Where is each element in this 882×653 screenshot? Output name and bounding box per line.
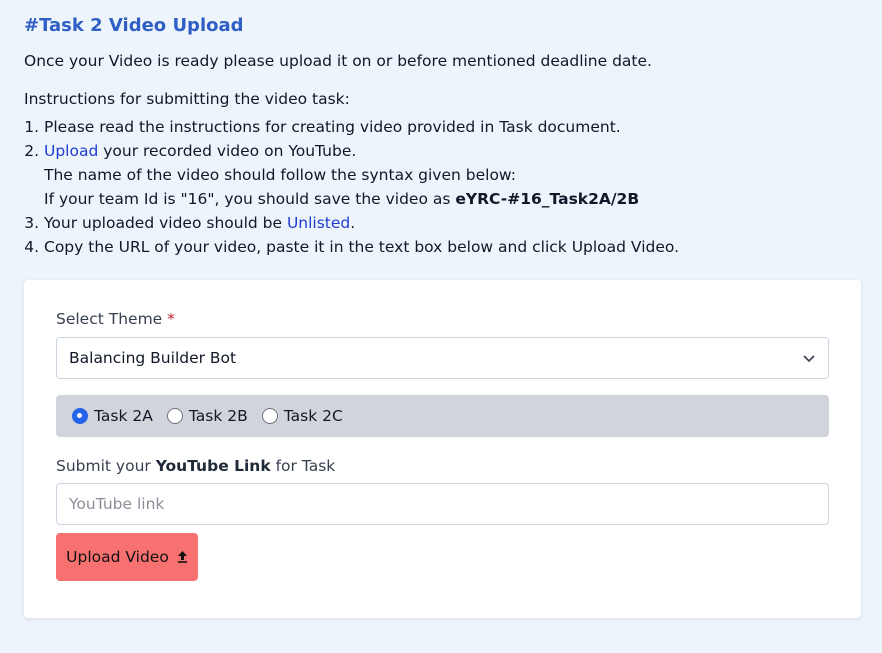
page: #Task 2 Video Upload Once your Video is …	[0, 0, 882, 259]
theme-select[interactable]: Balancing Builder Bot	[56, 337, 829, 379]
task-radio-label: Task 2B	[188, 407, 248, 425]
instructions-heading: Instructions for submitting the video ta…	[24, 90, 350, 108]
youtube-link-label: Submit your YouTube Link for Task	[56, 455, 829, 477]
intro-text: Once your Video is ready please upload i…	[24, 52, 652, 70]
instruction-item-3-end: .	[350, 214, 356, 232]
instruction-item-2-text: your recorded video on YouTube.	[98, 142, 357, 160]
radio-button[interactable]	[166, 408, 183, 424]
instruction-item-2-line2: The name of the video should follow the …	[44, 166, 516, 184]
instruction-item-3: Your uploaded video should be Unlisted.	[44, 211, 858, 235]
task-radio-2a[interactable]: Task 2A	[72, 407, 153, 425]
upload-video-button[interactable]: Upload Video	[56, 533, 198, 581]
youtube-link-label-post: for Task	[270, 457, 336, 475]
video-name-syntax: eYRC-#16_Task2A/2B	[455, 190, 640, 208]
instruction-item-4: Copy the URL of your video, paste it in …	[44, 235, 858, 259]
instruction-item-2: Upload your recorded video on YouTube. T…	[44, 139, 858, 211]
upload-arrow-icon	[177, 551, 187, 563]
task-radio-2c[interactable]: Task 2C	[261, 407, 343, 425]
task-radio-2b[interactable]: Task 2B	[166, 407, 248, 425]
radio-button-selected[interactable]	[72, 408, 88, 424]
instruction-item-3-text: Your uploaded video should be	[44, 214, 287, 232]
page-title: #Task 2 Video Upload	[24, 15, 244, 36]
youtube-link-input[interactable]	[56, 483, 829, 525]
theme-select-value: Balancing Builder Bot	[69, 349, 237, 367]
unlisted-link[interactable]: Unlisted	[287, 214, 350, 232]
instructions-list: Please read the instructions for creatin…	[24, 115, 858, 259]
youtube-link-label-pre: Submit your	[56, 457, 156, 475]
theme-label: Select Theme *	[56, 308, 829, 330]
task-radio-group: Task 2A Task 2B Task 2C	[56, 395, 829, 437]
youtube-link-label-bold: YouTube Link	[155, 457, 271, 475]
upload-form-card: Select Theme * Balancing Builder Bot Tas…	[24, 280, 861, 618]
task-radio-label: Task 2C	[283, 407, 343, 425]
radio-button[interactable]	[261, 408, 278, 424]
instruction-item-2-line3: If your team Id is "16", you should save…	[44, 187, 858, 211]
required-mark: *	[167, 310, 175, 328]
task-radio-label: Task 2A	[94, 407, 153, 425]
upload-video-button-label: Upload Video	[66, 548, 169, 566]
instruction-item-2-line3-text: If your team Id is "16", you should save…	[44, 190, 456, 208]
chevron-down-icon	[803, 355, 815, 363]
instruction-item-1: Please read the instructions for creatin…	[44, 115, 858, 139]
upload-link[interactable]: Upload	[44, 142, 98, 160]
theme-label-text: Select Theme	[56, 310, 163, 328]
